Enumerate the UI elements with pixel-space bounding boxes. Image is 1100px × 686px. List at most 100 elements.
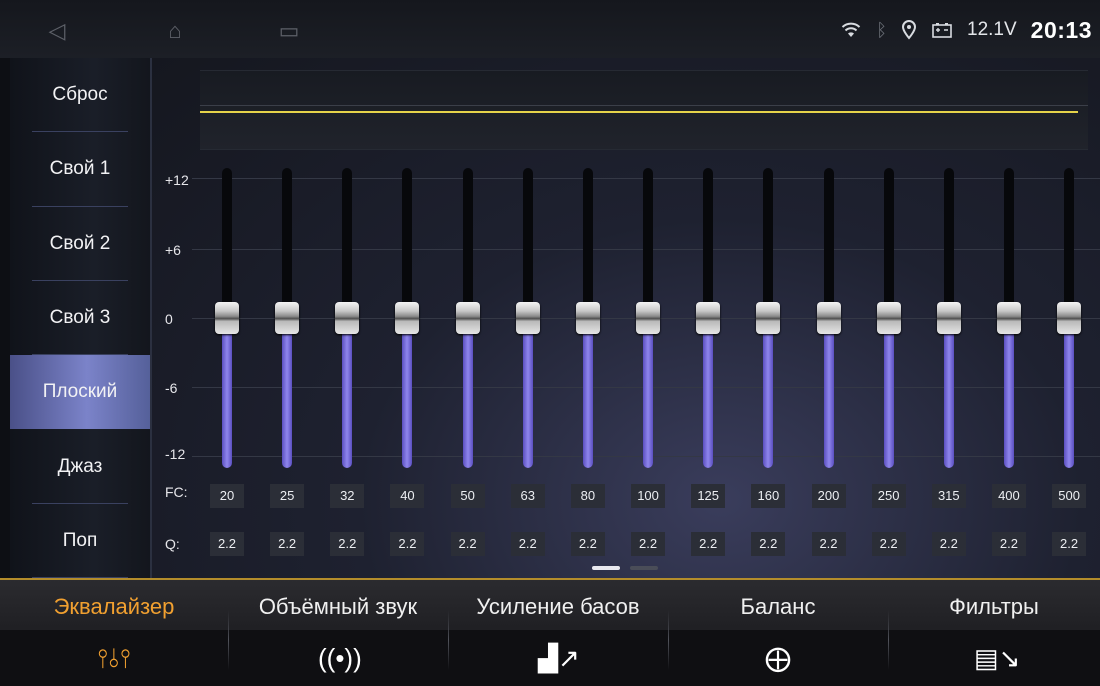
q-value[interactable]: 2.2 (871, 532, 906, 556)
band-slider[interactable] (742, 168, 794, 468)
slider-knob[interactable] (575, 302, 600, 334)
slider-knob[interactable] (876, 302, 901, 334)
fc-value[interactable]: 315 (931, 484, 966, 508)
equalizer-panel: +12 +6 0 -6 -12 FC: Q: 20 2.2 25 2.2 32 2.2 40… (152, 58, 1100, 578)
band-slider[interactable] (1043, 168, 1095, 468)
slider-fill (402, 318, 413, 468)
car-battery-icon (932, 23, 952, 38)
q-value[interactable]: 2.2 (931, 532, 966, 556)
fc-value[interactable]: 400 (991, 484, 1026, 508)
page-dot[interactable] (630, 566, 658, 570)
q-value[interactable]: 2.2 (330, 532, 365, 556)
preset-custom-1[interactable]: Свой 1 (10, 132, 150, 207)
wifi-icon (842, 22, 861, 37)
band-slider[interactable] (562, 168, 614, 468)
status-indicators: ᛒ 12.1V 20:13 (840, 14, 1092, 46)
tab-surround[interactable]: Объёмный звук ((•)) (228, 580, 448, 686)
y-label-plus12: +12 (165, 172, 189, 188)
band-slider[interactable] (923, 168, 975, 468)
slider-fill (883, 318, 894, 468)
tab-balance[interactable]: Баланс ⨁ (668, 580, 888, 686)
q-value[interactable]: 2.2 (450, 532, 485, 556)
preset-label: Свой 3 (49, 307, 111, 329)
slider-knob[interactable] (936, 302, 961, 334)
y-label-plus6: +6 (165, 242, 181, 258)
preset-jazz[interactable]: Джаз (10, 429, 150, 505)
slider-knob[interactable] (636, 302, 661, 334)
q-value[interactable]: 2.2 (210, 532, 244, 556)
filter-chart-icon: ▤↘ (974, 643, 1021, 673)
q-value[interactable]: 2.2 (510, 532, 545, 556)
slider-knob[interactable] (335, 302, 360, 334)
fc-value[interactable]: 20 (210, 484, 244, 508)
home-icon[interactable]: ⌂ (160, 16, 190, 46)
q-value[interactable]: 2.2 (631, 532, 666, 556)
band-slider[interactable] (682, 168, 734, 468)
fc-value[interactable]: 160 (751, 484, 786, 508)
slider-knob[interactable] (515, 302, 540, 334)
tab-label: Эквалайзер (53, 594, 175, 619)
slider-knob[interactable] (275, 302, 300, 334)
surround-sound-icon: ((•)) (318, 643, 362, 673)
slider-fill (643, 318, 654, 468)
fc-value[interactable]: 250 (871, 484, 906, 508)
band-slider[interactable] (261, 168, 313, 468)
tab-label: Объёмный звук (258, 594, 418, 619)
slider-knob[interactable] (756, 302, 781, 334)
equalizer-sliders-icon: ⫯⫰⫯ (97, 643, 131, 673)
page-dot[interactable] (592, 566, 620, 570)
band-slider[interactable] (863, 168, 915, 468)
fc-value[interactable]: 63 (510, 484, 545, 508)
slider-knob[interactable] (996, 302, 1021, 334)
band-slider[interactable] (502, 168, 554, 468)
slider-knob[interactable] (455, 302, 480, 334)
slider-fill (1064, 318, 1075, 468)
fc-value[interactable]: 200 (811, 484, 846, 508)
band-slider[interactable] (803, 168, 855, 468)
band-slider[interactable] (442, 168, 494, 468)
slider-knob[interactable] (215, 302, 239, 334)
band-slider[interactable] (321, 168, 373, 468)
preset-label: Поп (62, 529, 98, 551)
slider-knob[interactable] (1057, 302, 1082, 334)
slider-knob[interactable] (395, 302, 420, 334)
q-value[interactable]: 2.2 (270, 532, 305, 556)
q-value[interactable]: 2.2 (570, 532, 605, 556)
location-pin-icon (902, 20, 917, 40)
preset-custom-2[interactable]: Свой 2 (10, 207, 150, 282)
tab-filters[interactable]: Фильтры ▤↘ (888, 580, 1100, 686)
band-slider[interactable] (381, 168, 433, 468)
preset-custom-3[interactable]: Свой 3 (10, 281, 150, 356)
slider-knob[interactable] (816, 302, 841, 334)
tab-separator (888, 610, 889, 670)
q-value[interactable]: 2.2 (751, 532, 786, 556)
slider-knob[interactable] (696, 302, 721, 334)
tab-label: Фильтры (949, 594, 1039, 619)
band-slider[interactable] (201, 168, 253, 468)
q-value[interactable]: 2.2 (811, 532, 846, 556)
q-value[interactable]: 2.2 (390, 532, 425, 556)
preset-flat[interactable]: Плоский (10, 355, 150, 430)
tab-label: Баланс (740, 594, 816, 619)
tab-bass-boost[interactable]: Усиление басов ▟↗ (448, 580, 668, 686)
band-slider[interactable] (622, 168, 674, 468)
q-value[interactable]: 2.2 (691, 532, 726, 556)
fc-value[interactable]: 25 (270, 484, 305, 508)
preset-pop[interactable]: Поп (10, 504, 150, 579)
fc-value[interactable]: 40 (390, 484, 425, 508)
fc-value[interactable]: 50 (450, 484, 485, 508)
q-value[interactable]: 2.2 (1052, 532, 1087, 556)
band-slider[interactable] (983, 168, 1035, 468)
preset-reset[interactable]: Сброс (10, 58, 150, 133)
fc-value[interactable]: 80 (570, 484, 605, 508)
fc-value[interactable]: 100 (631, 484, 666, 508)
fc-value[interactable]: 32 (330, 484, 365, 508)
fc-value[interactable]: 500 (1052, 484, 1087, 508)
curve-baseline (200, 105, 1088, 106)
q-value[interactable]: 2.2 (991, 532, 1026, 556)
fc-value[interactable]: 125 (691, 484, 726, 508)
back-icon[interactable]: ◁ (42, 16, 72, 46)
slider-fill (282, 318, 293, 468)
recent-apps-icon[interactable]: ▭ (274, 16, 304, 46)
tab-equalizer[interactable]: Эквалайзер ⫯⫰⫯ (0, 580, 228, 686)
